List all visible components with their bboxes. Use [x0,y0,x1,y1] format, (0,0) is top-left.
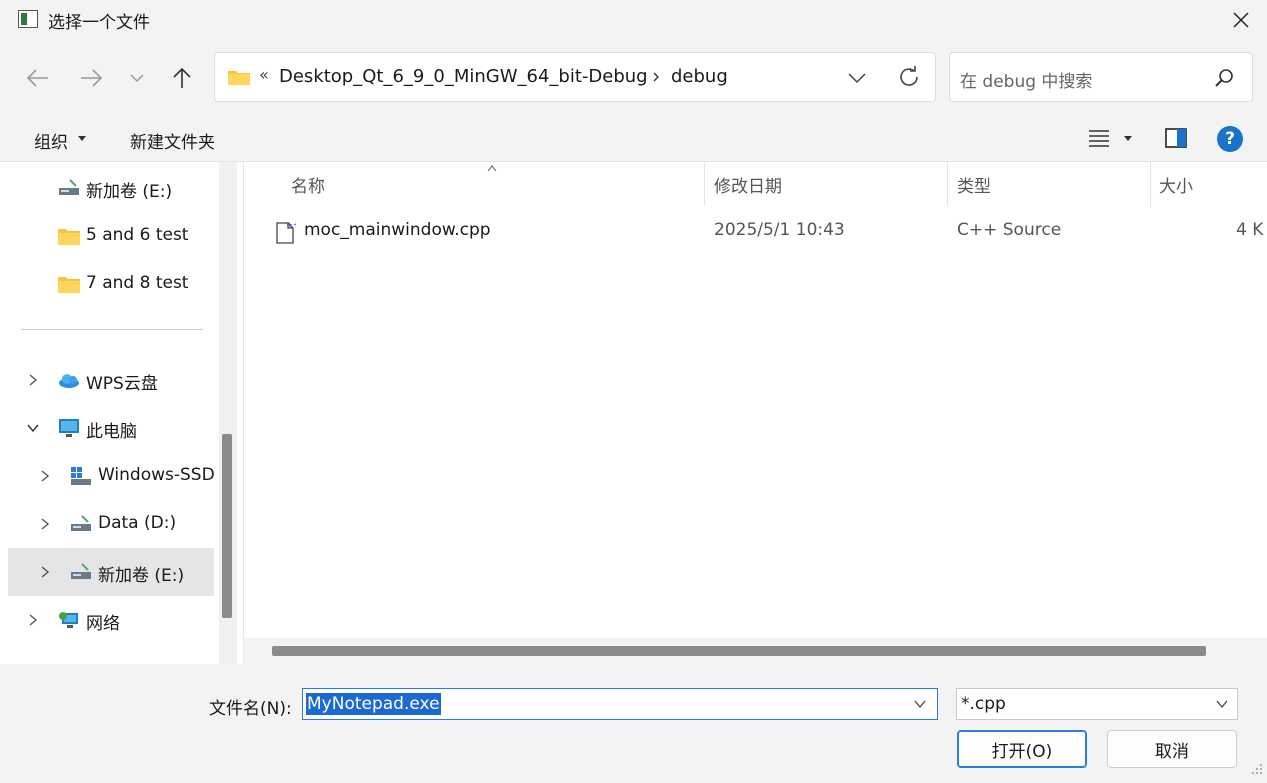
sidebar-item-drive-e-quick[interactable]: 新加卷 (E:) [8,164,214,212]
app-icon [18,10,38,28]
sidebar-item-windows-ssd[interactable]: Windows-SSD [8,452,215,500]
cancel-button[interactable]: 取消 [1107,730,1237,768]
column-header-size[interactable]: 大小 [1159,172,1193,197]
filename-label: 文件名(N): [209,699,292,719]
sort-ascending-icon [487,165,497,172]
close-button[interactable] [1216,0,1266,40]
sidebar-item-label: 此电脑 [86,422,137,442]
sidebar-item-wps-cloud[interactable]: WPS云盘 [8,356,214,404]
search-input[interactable]: 在 debug 中搜索 [960,67,1092,92]
chevron-right-icon[interactable] [651,67,661,87]
sidebar-scrollbar-thumb[interactable] [222,434,232,618]
sidebar-item-label: 5 and 6 test [86,225,189,245]
arrow-up-icon [173,67,191,88]
file-list: 名称 修改日期 类型 大小 ++ moc_mainwindow.cpp 2025… [243,162,1267,664]
back-button[interactable] [20,60,56,96]
file-name: moc_mainwindow.cpp [304,220,491,240]
search-icon[interactable] [1214,68,1234,88]
caret-down-icon [78,136,86,141]
dialog-title: 选择一个文件 [48,13,150,33]
cloud-icon [59,374,79,388]
address-bar[interactable]: « Desktop_Qt_6_9_0_MinGW_64_bit-Debug de… [214,52,936,102]
svg-text:++: ++ [286,220,296,229]
help-button[interactable]: ? [1217,126,1243,152]
sidebar-item-label: 新加卷 (E:) [98,566,185,586]
file-size: 4 K [1236,220,1264,240]
sidebar-item-label: 7 and 8 test [86,273,189,293]
sidebar-item-7-and-8-test[interactable]: 7 and 8 test [8,260,214,308]
horizontal-scrollbar-thumb[interactable] [272,646,1206,656]
up-button[interactable] [164,60,200,96]
breadcrumb-segment[interactable]: debug [671,66,728,87]
sidebar-item-label: Data (D:) [98,513,177,533]
table-row[interactable]: ++ moc_mainwindow.cpp 2025/5/1 10:43 C++… [264,214,1264,250]
chevron-right-icon[interactable] [38,565,52,579]
toolbar: 组织 新建文件夹 ? [0,116,1267,162]
drive-icon [59,179,79,195]
file-type: C++ Source [957,220,1062,240]
preview-pane-icon[interactable] [1165,128,1187,148]
refresh-icon[interactable] [897,65,921,89]
computer-icon [59,419,79,437]
view-list-icon[interactable] [1088,128,1110,148]
open-button[interactable]: 打开(O) [957,730,1087,768]
close-icon [1233,12,1249,28]
dialog-footer: 文件名(N): MyNotepad.exe *.cpp 打开(O) 取消 [0,664,1267,783]
chevron-right-icon[interactable] [26,373,40,387]
sidebar-item-drive-e[interactable]: 新加卷 (E:) [8,548,214,596]
sidebar-item-label: Windows-SSD [98,465,215,485]
cpp-file-icon: ++ [276,220,296,244]
drive-icon [71,515,91,531]
network-icon [59,612,78,628]
folder-icon [58,277,80,293]
address-overflow[interactable]: « [259,65,269,84]
sidebar-item-network[interactable]: 网络 [8,596,214,644]
forward-button[interactable] [73,60,109,96]
drive-icon [71,563,91,579]
column-header-type[interactable]: 类型 [957,172,991,197]
chevron-down-icon [130,74,144,83]
navigation-pane: 新加卷 (E:) 5 and 6 test 7 and 8 test WPS云盘… [0,162,243,664]
sidebar-item-data-d[interactable]: Data (D:) [8,500,214,548]
column-divider[interactable] [704,162,705,206]
sidebar-item-label: WPS云盘 [86,374,158,394]
file-modified-date: 2025/5/1 10:43 [714,220,845,240]
breadcrumb-segment[interactable]: Desktop_Qt_6_9_0_MinGW_64_bit-Debug [279,66,648,87]
sidebar-item-this-pc[interactable]: 此电脑 [8,404,214,452]
file-type-filter-value: *.cpp [961,694,1006,714]
sidebar-item-label: 新加卷 (E:) [86,182,173,202]
chevron-down-icon[interactable] [913,697,927,711]
sidebar-item-label: 网络 [86,614,120,634]
folder-icon [228,71,250,85]
new-folder-button[interactable]: 新建文件夹 [130,128,215,153]
title-bar: 选择一个文件 [0,0,1267,40]
recent-locations-button[interactable] [119,60,155,96]
chevron-right-icon[interactable] [26,613,40,627]
file-type-select[interactable]: *.cpp [956,688,1238,720]
resize-grip-icon[interactable] [1250,762,1264,776]
column-divider[interactable] [947,162,948,206]
filename-input[interactable]: MyNotepad.exe [302,688,938,720]
arrow-left-icon [27,69,48,87]
sidebar-divider [21,329,203,330]
chevron-down-icon[interactable] [1215,697,1229,711]
filename-value[interactable]: MyNotepad.exe [306,693,441,715]
search-box[interactable]: 在 debug 中搜索 [949,52,1253,102]
column-header-date[interactable]: 修改日期 [714,172,782,197]
organize-button[interactable]: 组织 [34,128,68,153]
chevron-right-icon[interactable] [38,469,52,483]
windows-drive-icon [71,467,91,485]
caret-down-icon[interactable] [1124,136,1132,141]
chevron-right-icon[interactable] [38,517,52,531]
folder-icon [58,229,80,245]
sidebar-item-5-and-6-test[interactable]: 5 and 6 test [8,212,214,260]
column-divider[interactable] [1150,162,1151,206]
chevron-down-icon[interactable] [26,421,40,435]
arrow-right-icon [81,69,102,87]
column-header-name[interactable]: 名称 [291,172,325,197]
chevron-down-icon[interactable] [845,67,869,89]
